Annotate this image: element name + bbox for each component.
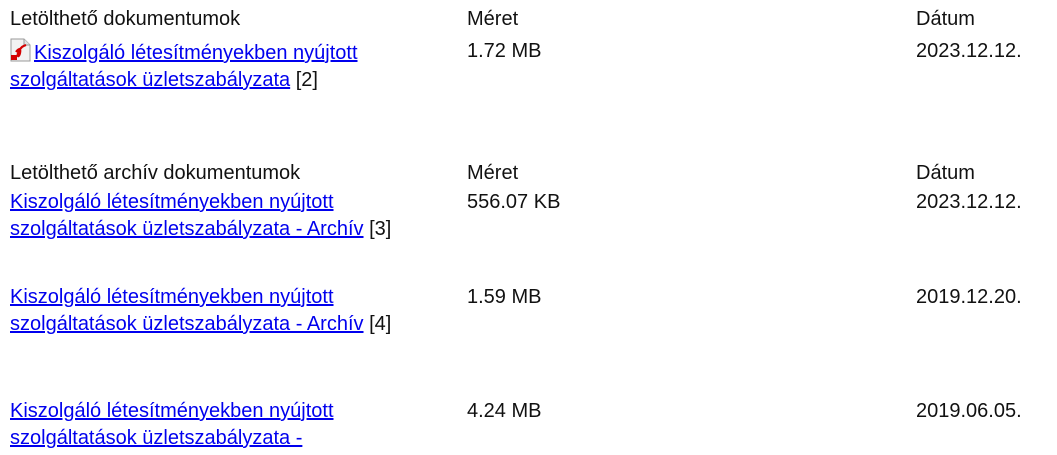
- file-size: 556.07 KB: [467, 191, 561, 213]
- reference-number: [4]: [369, 313, 392, 335]
- column-header-name: Letölthető archív dokumentumok: [10, 162, 301, 184]
- document-date: 2019.12.20.: [916, 286, 1022, 308]
- file-size: 1.72 MB: [467, 40, 542, 62]
- column-header-date: Dátum: [916, 8, 975, 30]
- reference-number: [3]: [369, 218, 392, 240]
- column-header-name: Letölthető dokumentumok: [10, 8, 241, 30]
- document-date: 2023.12.12.: [916, 191, 1022, 213]
- pdf-icon: [10, 38, 31, 62]
- document-cell: Kiszolgáló létesítményekben nyújtott szo…: [10, 38, 390, 94]
- document-cell: Kiszolgáló létesítményekben nyújtott szo…: [10, 284, 440, 338]
- document-date: 2019.06.05.: [916, 400, 1022, 422]
- document-link[interactable]: Kiszolgáló létesítményekben nyújtott szo…: [10, 286, 364, 335]
- document-link[interactable]: Kiszolgáló létesítményekben nyújtott szo…: [10, 400, 334, 449]
- column-header-date: Dátum: [916, 162, 975, 184]
- file-size: 4.24 MB: [467, 400, 542, 422]
- file-size: 1.59 MB: [467, 286, 542, 308]
- document-link[interactable]: Kiszolgáló létesítményekben nyújtott szo…: [10, 191, 364, 240]
- document-cell: Kiszolgáló létesítményekben nyújtott szo…: [10, 398, 440, 452]
- document-date: 2023.12.12.: [916, 40, 1022, 62]
- column-header-size: Méret: [467, 162, 519, 184]
- reference-number: [2]: [295, 69, 318, 91]
- document-cell: Kiszolgáló létesítményekben nyújtott szo…: [10, 189, 440, 243]
- column-header-size: Méret: [467, 8, 519, 30]
